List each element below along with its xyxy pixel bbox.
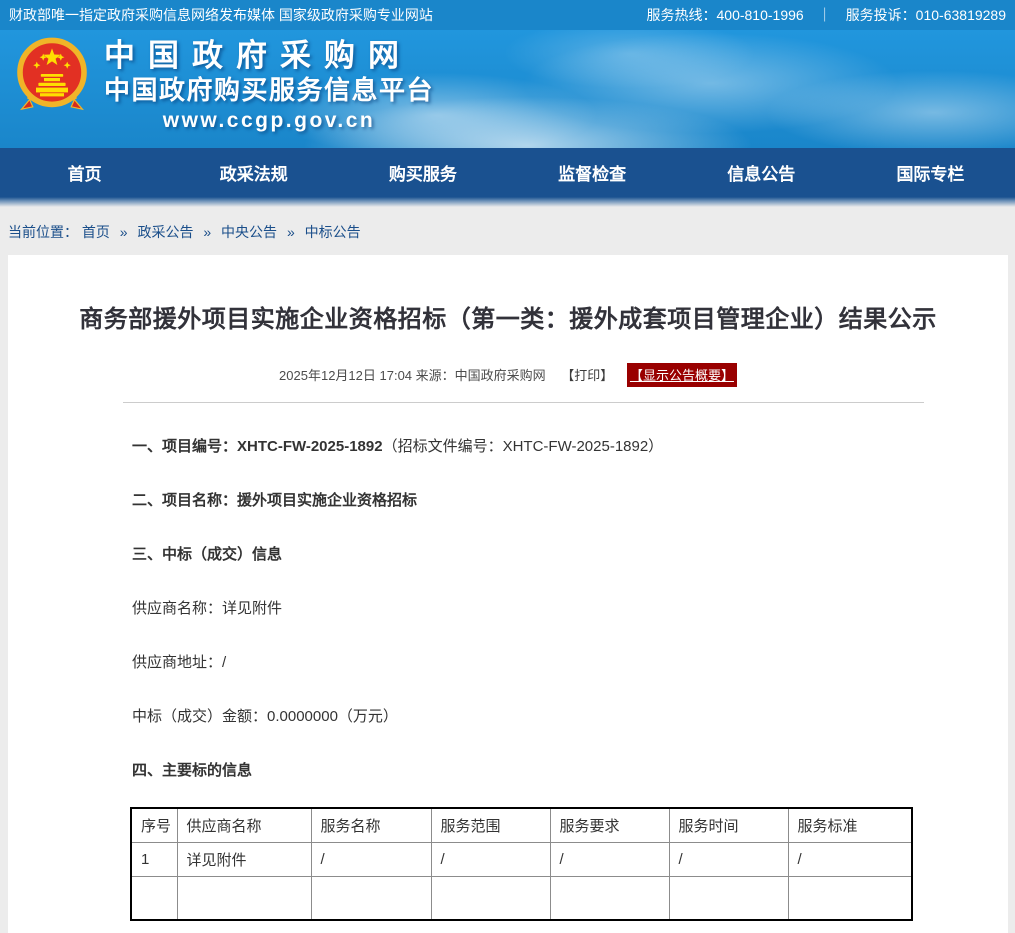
paragraph-supplier-address: 供应商地址：/ [132, 653, 918, 673]
table-row: 1 详见附件 / / / / / [131, 842, 912, 876]
cell-index: 1 [131, 842, 177, 876]
cell-service-scope: / [431, 842, 550, 876]
article-source: 来源：中国政府采购网 [416, 368, 546, 383]
breadcrumb-item-home[interactable]: 首页 [82, 224, 110, 240]
nav-item-announcements[interactable]: 信息公告 [677, 148, 846, 197]
breadcrumb-label: 当前位置： [8, 224, 78, 240]
publish-datetime: 2025年12月12日 17:04 [279, 368, 412, 383]
meta-divider [123, 402, 924, 403]
article-meta: 2025年12月12日 17:04 来源：中国政府采购网 【打印】 【显示公告概… [8, 363, 1008, 387]
service-hotline: 服务热线：400-810-1996 [647, 5, 804, 25]
main-nav: 首页 政采法规 购买服务 监督检查 信息公告 国际专栏 [0, 148, 1015, 197]
nav-item-supervision[interactable]: 监督检查 [508, 148, 677, 197]
article-title: 商务部援外项目实施企业资格招标（第一类：援外成套项目管理企业）结果公示 [38, 255, 978, 334]
cell-service-requirement: / [550, 842, 669, 876]
col-header-index: 序号 [131, 808, 177, 842]
table-row-empty [131, 876, 912, 920]
breadcrumb-separator: » [287, 224, 295, 240]
top-utility-bar: 财政部唯一指定政府采购信息网络发布媒体 国家级政府采购专业网站 服务热线：400… [0, 0, 1015, 30]
national-emblem-icon [12, 37, 92, 124]
site-name: 中国政府采购网 [104, 37, 434, 74]
print-button[interactable]: 【打印】 [561, 368, 613, 383]
nav-item-purchase-services[interactable]: 购买服务 [338, 148, 507, 197]
show-summary-button[interactable]: 【显示公告概要】 [627, 363, 737, 387]
site-url: www.ccgp.gov.cn [104, 107, 434, 134]
table-header-row: 序号 供应商名称 服务名称 服务范围 服务要求 服务时间 服务标准 [131, 808, 912, 842]
cell-service-name: / [311, 842, 431, 876]
main-subject-table: 序号 供应商名称 服务名称 服务范围 服务要求 服务时间 服务标准 1 详见附件… [130, 807, 913, 921]
nav-item-international[interactable]: 国际专栏 [846, 148, 1015, 197]
cell-service-standard: / [788, 842, 912, 876]
breadcrumb-item-award-notices[interactable]: 中标公告 [305, 224, 361, 240]
col-header-service-scope: 服务范围 [431, 808, 550, 842]
paragraph-project-number: 一、项目编号：XHTC-FW-2025-1892（招标文件编号：XHTC-FW-… [132, 437, 918, 457]
article-body: 一、项目编号：XHTC-FW-2025-1892（招标文件编号：XHTC-FW-… [132, 437, 918, 781]
nav-bottom-gradient [0, 197, 1015, 207]
site-tagline: 财政部唯一指定政府采购信息网络发布媒体 国家级政府采购专业网站 [9, 5, 433, 25]
col-header-service-name: 服务名称 [311, 808, 431, 842]
article-panel: 商务部援外项目实施企业资格招标（第一类：援外成套项目管理企业）结果公示 2025… [8, 255, 1008, 933]
breadcrumb-separator: » [120, 224, 128, 240]
col-header-service-requirement: 服务要求 [550, 808, 669, 842]
breadcrumb: 当前位置： 首页 » 政采公告 » 中央公告 » 中标公告 [0, 207, 1015, 255]
breadcrumb-separator: » [203, 224, 211, 240]
breadcrumb-item-procurement-notices[interactable]: 政采公告 [137, 224, 193, 240]
service-complaint: 服务投诉：010-63819289 [846, 5, 1006, 25]
paragraph-supplier-name: 供应商名称：详见附件 [132, 599, 918, 619]
paragraph-award-info-heading: 三、中标（成交）信息 [132, 545, 918, 565]
platform-name: 中国政府购买服务信息平台 [104, 74, 434, 107]
topbar-divider: ｜ [818, 5, 832, 25]
paragraph-project-name: 二、项目名称：援外项目实施企业资格招标 [132, 491, 918, 511]
nav-item-regulations[interactable]: 政采法规 [169, 148, 338, 197]
cell-supplier: 详见附件 [177, 842, 311, 876]
paragraph-main-subject-heading: 四、主要标的信息 [132, 761, 918, 781]
paragraph-award-amount: 中标（成交）金额：0.0000000（万元） [132, 707, 918, 727]
col-header-supplier: 供应商名称 [177, 808, 311, 842]
nav-item-home[interactable]: 首页 [0, 148, 169, 197]
breadcrumb-item-central-notices[interactable]: 中央公告 [221, 224, 277, 240]
col-header-service-standard: 服务标准 [788, 808, 912, 842]
col-header-service-time: 服务时间 [669, 808, 788, 842]
site-logo-link[interactable]: 中国政府采购网 中国政府购买服务信息平台 www.ccgp.gov.cn [12, 37, 434, 134]
site-banner: 中国政府采购网 中国政府购买服务信息平台 www.ccgp.gov.cn [0, 30, 1015, 148]
cell-service-time: / [669, 842, 788, 876]
